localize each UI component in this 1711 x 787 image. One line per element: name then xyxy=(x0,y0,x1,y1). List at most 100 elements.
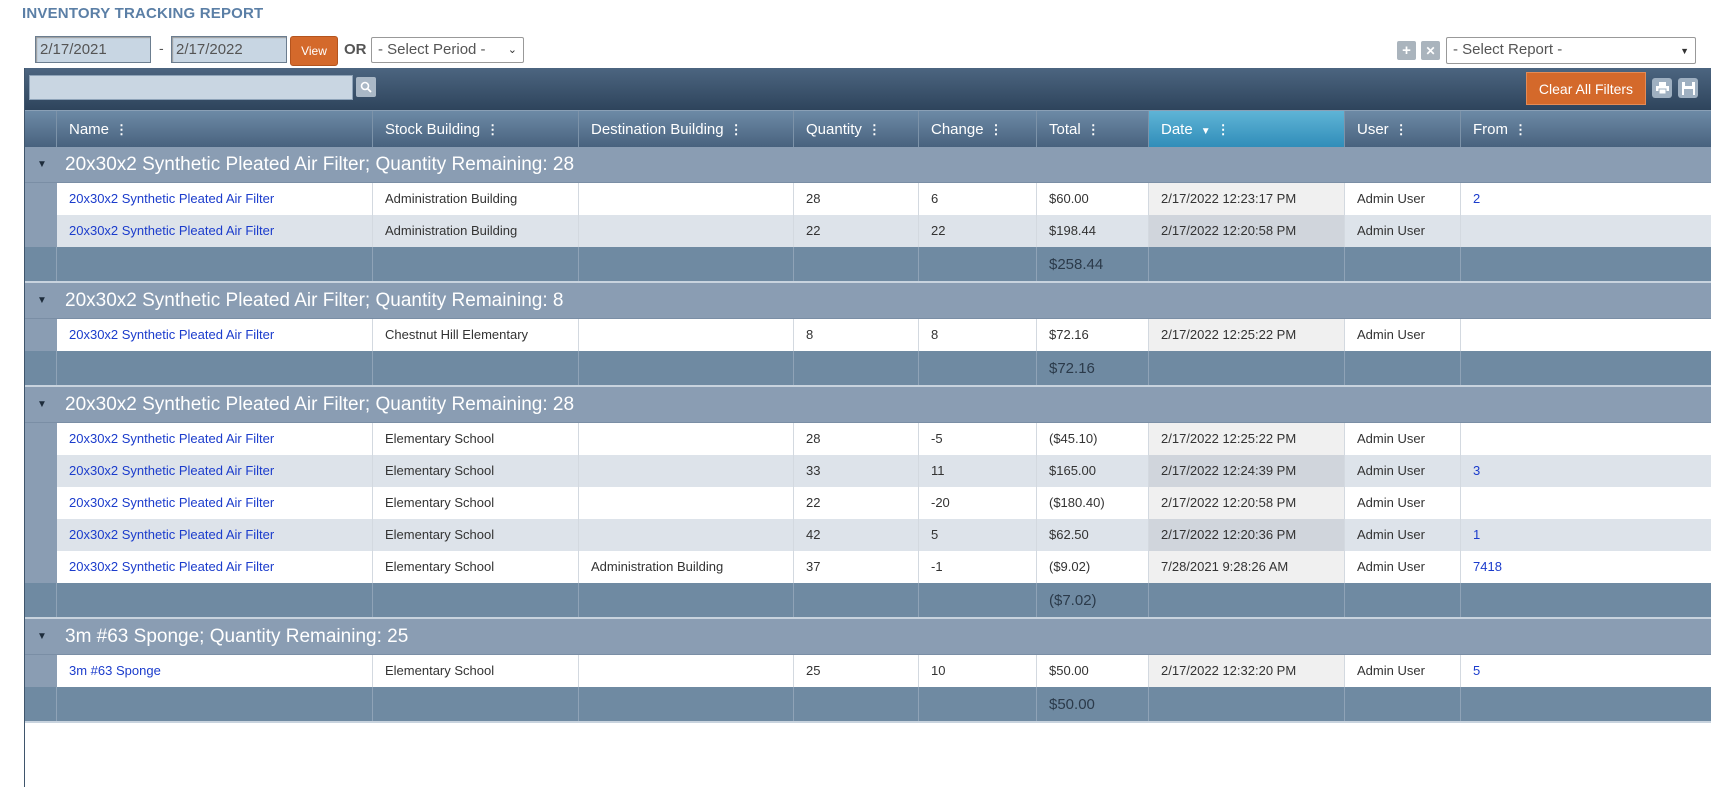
kebab-icon[interactable]: ⋮ xyxy=(1217,122,1230,137)
cell-from[interactable]: 2 xyxy=(1461,183,1711,215)
group-header-label: 20x30x2 Synthetic Pleated Air Filter; Qu… xyxy=(65,394,575,415)
kebab-icon[interactable]: ⋮ xyxy=(1514,122,1527,137)
search-input[interactable] xyxy=(29,75,353,100)
cell-from[interactable]: 5 xyxy=(1461,655,1711,687)
cell-destination-building xyxy=(579,655,794,687)
triangle-down-icon[interactable]: ▼ xyxy=(37,399,47,410)
cell-destination-building xyxy=(579,487,794,519)
cell-quantity: 37 xyxy=(794,551,919,583)
cell-date: 2/17/2022 12:20:58 PM xyxy=(1149,487,1345,519)
kebab-icon[interactable]: ⋮ xyxy=(990,122,1003,137)
group-header-label: 20x30x2 Synthetic Pleated Air Filter; Qu… xyxy=(65,154,575,175)
summary-cell xyxy=(579,351,794,385)
kebab-icon[interactable]: ⋮ xyxy=(868,122,881,137)
clear-all-filters-button[interactable]: Clear All Filters xyxy=(1526,72,1646,105)
group-summary-row: ($7.02) xyxy=(25,583,1711,619)
report-select[interactable]: - Select Report - ▼ xyxy=(1446,37,1696,64)
table-row[interactable]: 3m #63 Sponge Elementary School 25 10 $50.00… xyxy=(25,655,1711,687)
cell-name[interactable]: 20x30x2 Synthetic Pleated Air Filter xyxy=(57,551,373,583)
date-from-input[interactable] xyxy=(35,36,151,63)
triangle-down-icon[interactable]: ▼ xyxy=(37,159,47,170)
column-header-user[interactable]: User ⋮ xyxy=(1345,111,1461,148)
cell-stock-building: Elementary School xyxy=(373,455,579,487)
kebab-icon[interactable]: ⋮ xyxy=(486,122,499,137)
plus-icon[interactable]: + xyxy=(1397,41,1416,60)
kebab-icon[interactable]: ⋮ xyxy=(1087,122,1100,137)
column-header-label: Quantity xyxy=(806,121,862,138)
cell-name[interactable]: 20x30x2 Synthetic Pleated Air Filter xyxy=(57,423,373,455)
column-header-from[interactable]: From ⋮ xyxy=(1461,111,1711,148)
cell-total: $165.00 xyxy=(1037,455,1149,487)
cell-stock-building: Elementary School xyxy=(373,655,579,687)
column-header-quantity[interactable]: Quantity ⋮ xyxy=(794,111,919,148)
column-header-total[interactable]: Total ⋮ xyxy=(1037,111,1149,148)
column-header-destination-building[interactable]: Destination Building ⋮ xyxy=(579,111,794,148)
cell-change: -5 xyxy=(919,423,1037,455)
group-header-row[interactable]: ▼ 20x30x2 Synthetic Pleated Air Filter; Q… xyxy=(25,387,1711,423)
row-gutter xyxy=(25,423,57,455)
table-row[interactable]: 20x30x2 Synthetic Pleated Air Filter Ches… xyxy=(25,319,1711,351)
cell-change: -1 xyxy=(919,551,1037,583)
cell-destination-building xyxy=(579,519,794,551)
view-button[interactable]: View xyxy=(290,36,338,66)
summary-cell xyxy=(919,583,1037,617)
cell-from[interactable]: 3 xyxy=(1461,455,1711,487)
cell-date: 2/17/2022 12:23:17 PM xyxy=(1149,183,1345,215)
save-icon[interactable] xyxy=(1678,78,1698,98)
triangle-down-icon[interactable]: ▼ xyxy=(37,295,47,306)
summary-cell xyxy=(57,583,373,617)
table-row[interactable]: 20x30x2 Synthetic Pleated Air Filter Elem… xyxy=(25,519,1711,551)
cell-from xyxy=(1461,487,1711,519)
cell-change: 11 xyxy=(919,455,1037,487)
cell-name[interactable]: 20x30x2 Synthetic Pleated Air Filter xyxy=(57,183,373,215)
cell-user: Admin User xyxy=(1345,319,1461,351)
x-icon[interactable]: ✕ xyxy=(1421,41,1440,60)
cell-from[interactable]: 1 xyxy=(1461,519,1711,551)
cell-name[interactable]: 20x30x2 Synthetic Pleated Air Filter xyxy=(57,455,373,487)
cell-name[interactable]: 20x30x2 Synthetic Pleated Air Filter xyxy=(57,487,373,519)
cell-quantity: 22 xyxy=(794,215,919,247)
table-row[interactable]: 20x30x2 Synthetic Pleated Air Filter Elem… xyxy=(25,423,1711,455)
date-to-input[interactable] xyxy=(171,36,287,63)
column-header-stock-building[interactable]: Stock Building ⋮ xyxy=(373,111,579,148)
cell-change: 10 xyxy=(919,655,1037,687)
cell-name[interactable]: 3m #63 Sponge xyxy=(57,655,373,687)
kebab-icon[interactable]: ⋮ xyxy=(115,122,128,137)
cell-name[interactable]: 20x30x2 Synthetic Pleated Air Filter xyxy=(57,215,373,247)
summary-cell xyxy=(919,351,1037,385)
report-select-value: - Select Report - xyxy=(1453,41,1563,58)
cell-name[interactable]: 20x30x2 Synthetic Pleated Air Filter xyxy=(57,319,373,351)
column-header-label: Total xyxy=(1049,121,1081,138)
cell-quantity: 28 xyxy=(794,423,919,455)
cell-quantity: 33 xyxy=(794,455,919,487)
sort-desc-icon[interactable]: ▼ xyxy=(1201,126,1211,137)
group-header-row[interactable]: ▼ 20x30x2 Synthetic Pleated Air Filter; Q… xyxy=(25,283,1711,319)
summary-cell xyxy=(794,687,919,721)
triangle-down-icon[interactable]: ▼ xyxy=(37,631,47,642)
summary-cell xyxy=(579,687,794,721)
table-row[interactable]: 20x30x2 Synthetic Pleated Air Filter Elem… xyxy=(25,487,1711,519)
cell-quantity: 8 xyxy=(794,319,919,351)
period-select[interactable]: - Select Period - ⌄ xyxy=(371,37,524,63)
page-title: INVENTORY TRACKING REPORT xyxy=(22,5,264,22)
column-header-name[interactable]: Name ⋮ xyxy=(57,111,373,148)
cell-name[interactable]: 20x30x2 Synthetic Pleated Air Filter xyxy=(57,519,373,551)
cell-destination-building xyxy=(579,215,794,247)
table-row[interactable]: 20x30x2 Synthetic Pleated Air Filter Admi… xyxy=(25,215,1711,247)
group-header-row[interactable]: ▼ 3m #63 Sponge; Quantity Remaining: 25 xyxy=(25,619,1711,655)
cell-from[interactable]: 7418 xyxy=(1461,551,1711,583)
column-header-change[interactable]: Change ⋮ xyxy=(919,111,1037,148)
table-row[interactable]: 20x30x2 Synthetic Pleated Air Filter Elem… xyxy=(25,455,1711,487)
group-total: $258.44 xyxy=(1049,256,1104,273)
summary-cell xyxy=(794,351,919,385)
summary-cell xyxy=(373,687,579,721)
print-icon[interactable] xyxy=(1652,78,1672,98)
kebab-icon[interactable]: ⋮ xyxy=(730,122,743,137)
table-row[interactable]: 20x30x2 Synthetic Pleated Air Filter Elem… xyxy=(25,551,1711,583)
cell-date: 2/17/2022 12:20:58 PM xyxy=(1149,215,1345,247)
column-header-date[interactable]: Date ▼ ⋮ xyxy=(1149,111,1345,148)
table-row[interactable]: 20x30x2 Synthetic Pleated Air Filter Admi… xyxy=(25,183,1711,215)
search-icon[interactable] xyxy=(356,77,376,97)
kebab-icon[interactable]: ⋮ xyxy=(1395,122,1408,137)
group-header-row[interactable]: ▼ 20x30x2 Synthetic Pleated Air Filter; Q… xyxy=(25,147,1711,183)
